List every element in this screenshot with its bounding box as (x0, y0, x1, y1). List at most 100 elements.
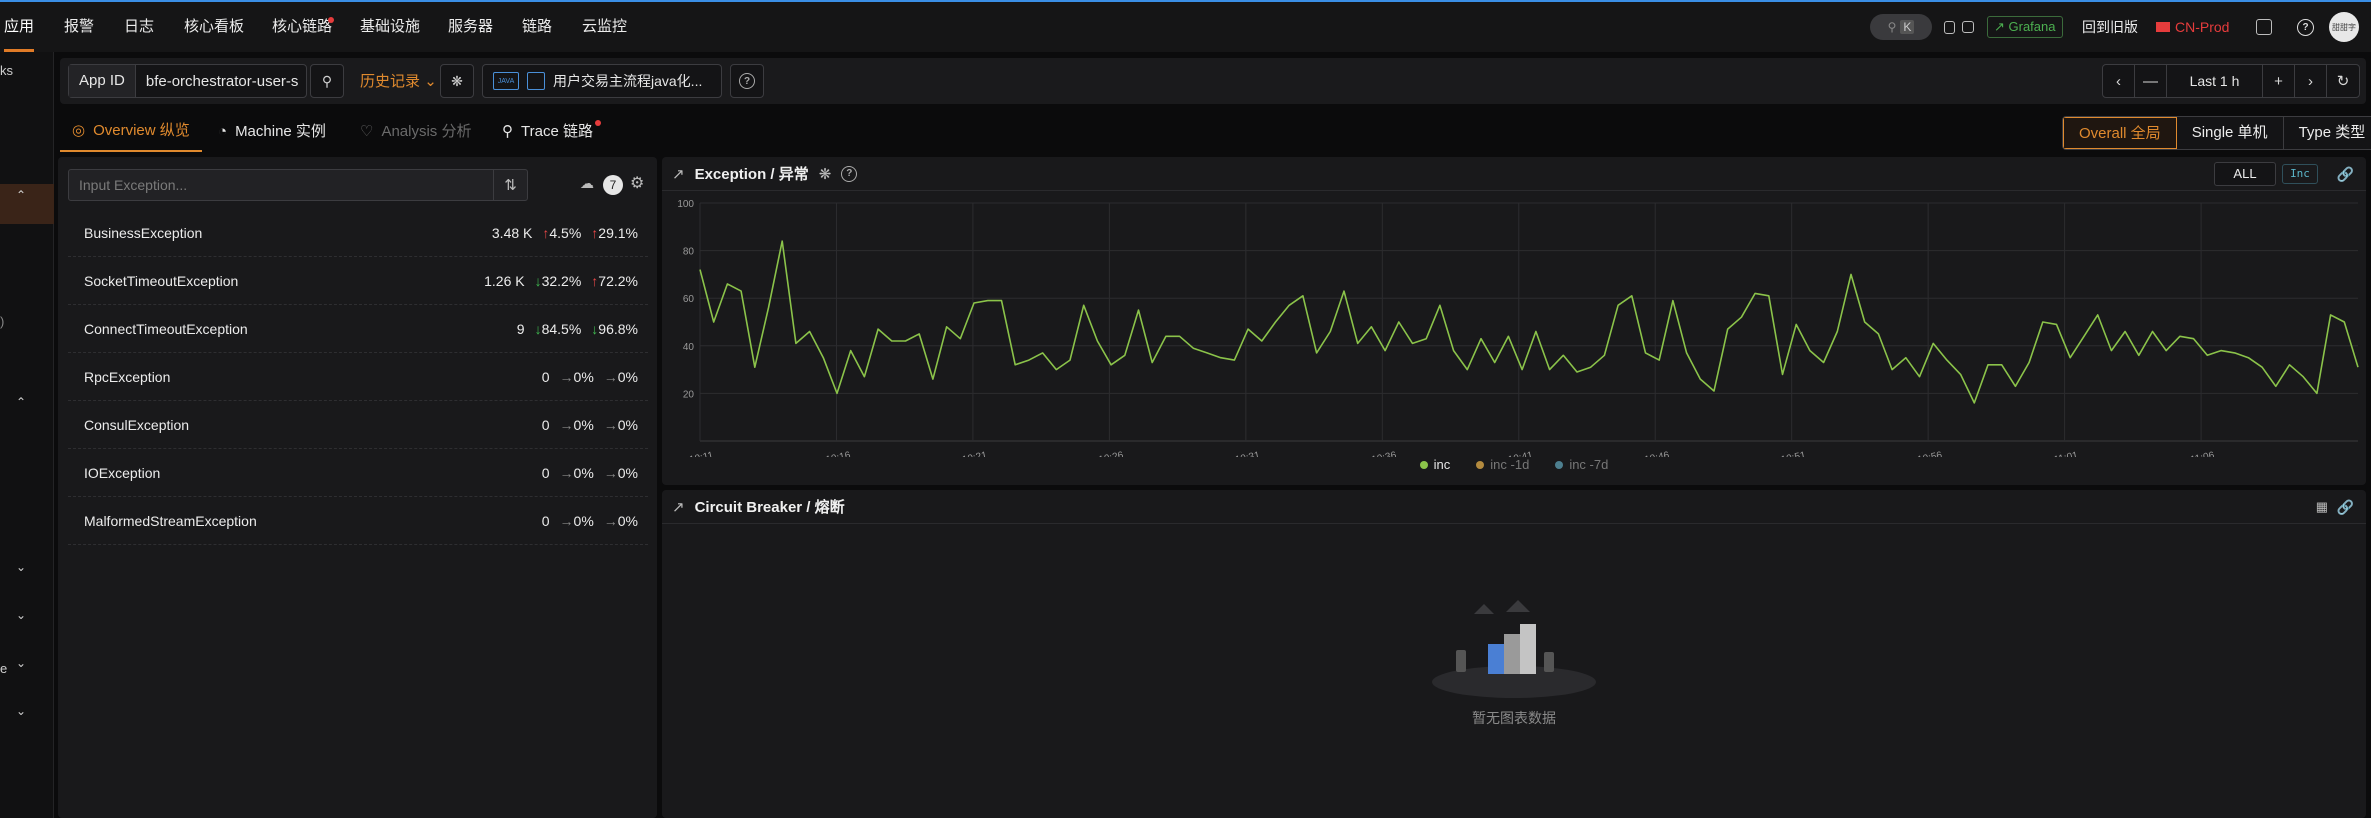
exception-row[interactable]: RpcException 0 →0% →0% (68, 353, 648, 401)
empty-state-text: 暂无图表数据 (1472, 710, 1556, 726)
y-tick-label: 100 (677, 199, 694, 210)
zoom-out-button[interactable]: — (2135, 65, 2167, 97)
help-button[interactable]: ? (730, 64, 764, 98)
day-change: →0% (560, 417, 594, 433)
user-avatar[interactable]: 甜甜字 (2329, 2, 2359, 52)
tab-analysis[interactable]: ♡ Analysis 分析 (360, 112, 471, 152)
day-change-value: 0% (573, 512, 594, 529)
profile-icon[interactable] (2256, 2, 2272, 52)
x-tick-label: 10:46 (1644, 450, 1671, 457)
time-prev-button[interactable]: ‹ (2103, 65, 2135, 97)
chevron-down-icon[interactable]: ⌄ (16, 704, 28, 718)
inc-toggle[interactable]: Inc (2282, 164, 2318, 184)
x-tick-label: 10:31 (1234, 450, 1261, 457)
tab-machine[interactable]: ◔ Machine 实例 (218, 112, 326, 152)
flag-icon (2156, 22, 2170, 32)
cloud-upload-icon[interactable]: ☁ (580, 175, 594, 192)
exception-row[interactable]: ConsulException 0 →0% →0% (68, 401, 648, 449)
sort-button[interactable]: ⇅ (493, 170, 527, 200)
exception-name: BusinessException (84, 224, 203, 241)
search-icon: ⚲ (321, 72, 333, 89)
x-tick-label: 10:21 (961, 450, 988, 457)
time-next-button[interactable]: › (2295, 65, 2327, 97)
appid-selector[interactable]: App ID bfe-orchestrator-user-s (68, 64, 307, 98)
nav-item[interactable]: 核心看板 (184, 2, 244, 52)
exception-name: SocketTimeoutException (84, 272, 239, 289)
time-range-label[interactable]: Last 1 h (2167, 65, 2263, 97)
legend-item-inc[interactable]: inc (1419, 457, 1450, 472)
bug-icon: ❋ (451, 72, 463, 89)
help-icon[interactable]: ? (2297, 2, 2314, 52)
grafana-link[interactable]: ↗ Grafana (1987, 2, 2063, 52)
legend-dot (1555, 460, 1564, 469)
flow-selector[interactable]: JAVA 用户交易主流程java化... (482, 64, 722, 98)
zoom-in-button[interactable]: + (2263, 65, 2295, 97)
scope-type[interactable]: Type 类型 (2283, 117, 2371, 149)
chevron-up-icon[interactable]: ⌃ (16, 188, 28, 202)
search-shortcut[interactable]: ⚲ K (1870, 14, 1932, 40)
exception-search-input[interactable] (69, 170, 493, 200)
nav-item[interactable]: 基础设施 (360, 2, 420, 52)
exception-line-chart: 20 40 60 80 100 10:11 10:16 10:21 10:26 10:31 10:3… (677, 199, 2359, 457)
series-line-inc (699, 240, 2359, 404)
nav-item[interactable]: 应用 (4, 2, 35, 52)
tab-label: Machine 实例 (235, 123, 326, 140)
x-tick-label: 10:16 (825, 450, 852, 457)
legend-item-inc-1d[interactable]: inc -1d (1476, 457, 1529, 472)
chevron-down-icon[interactable]: ⌄ (16, 560, 28, 574)
chevron-up-icon[interactable]: ⌃ (16, 395, 28, 409)
exception-stats: 0 →0% →0% (542, 513, 638, 529)
week-change-value: 96.8% (598, 320, 638, 337)
exception-name: RpcException (84, 368, 171, 385)
exception-row[interactable]: BusinessException 3.48 K ↑4.5% ↑29.1% (68, 209, 648, 257)
link-icon[interactable]: 🔗 (2337, 499, 2354, 516)
bug-filter-button[interactable]: ❋ (440, 64, 474, 98)
x-tick-label: 11:06 (2189, 450, 2215, 457)
help-icon[interactable]: ? (841, 165, 858, 182)
link-icon[interactable]: 🔗 (2337, 166, 2354, 183)
history-dropdown[interactable]: 历史记录 ⌄ (360, 70, 437, 91)
search-button[interactable]: ⚲ (310, 64, 344, 98)
exception-row[interactable]: IOException 0 →0% →0% (68, 449, 648, 497)
nav-item[interactable]: 云监控 (582, 2, 627, 52)
tab-overview[interactable]: ◎ Overview 纵览 (60, 112, 202, 152)
chevron-down-icon[interactable]: ⌄ (16, 656, 28, 670)
week-change-value: 0% (617, 512, 638, 529)
exception-list-panel: ⇅ ☁ 7 ⚙ BusinessException 3.48 K ↑4.5% ↑29.… (58, 157, 657, 818)
help-icon: ? (739, 73, 755, 89)
flow-icon (527, 72, 545, 90)
scope-overall[interactable]: Overall 全局 (2063, 117, 2177, 149)
back-old-version-link[interactable]: 回到旧版 (2082, 2, 2138, 52)
nav-item[interactable]: 核心链路 (272, 2, 332, 52)
day-change-value: 0% (573, 416, 594, 433)
legend-item-inc-7d[interactable]: inc -7d (1555, 457, 1608, 472)
nav-item[interactable]: 日志 (124, 2, 154, 52)
env-selector[interactable]: CN-Prod (2156, 2, 2229, 52)
bell-icon[interactable] (1944, 2, 1955, 52)
grid-icon[interactable] (1962, 2, 1974, 52)
refresh-button[interactable]: ↻ (2327, 65, 2359, 97)
legend-dot (1419, 460, 1428, 469)
nav-item[interactable]: 链路 (522, 2, 552, 52)
chevron-down-icon[interactable]: ⌄ (16, 608, 28, 622)
nav-item[interactable]: 报警 (64, 2, 94, 52)
exception-count: 0 (541, 416, 550, 433)
tab-trace[interactable]: ⚲ Trace 链路 (502, 112, 601, 152)
exception-row[interactable]: MalformedStreamException 0 →0% →0% (68, 497, 648, 545)
exception-stats: 9 ↓84.5% ↓96.8% (517, 321, 638, 337)
all-filter-button[interactable]: ALL (2214, 162, 2276, 186)
time-range-control: ‹ — Last 1 h + › ↻ (2102, 64, 2360, 98)
bar-chart-icon[interactable]: ▦ (2316, 499, 2328, 515)
scope-single[interactable]: Single 单机 (2176, 117, 2284, 149)
flat-arrow-icon: → (603, 368, 618, 385)
gear-icon[interactable]: ⚙ (630, 173, 644, 193)
java-icon: JAVA (493, 72, 519, 90)
exception-row[interactable]: SocketTimeoutException 1.26 K ↓32.2% ↑72.2% (68, 257, 648, 305)
nav-item[interactable]: 服务器 (448, 2, 493, 52)
y-tick-label: 20 (683, 389, 695, 400)
sidebar-edge-mark: ) (0, 314, 5, 329)
appid-value[interactable]: bfe-orchestrator-user-s (136, 73, 306, 90)
exception-row[interactable]: ConnectTimeoutException 9 ↓84.5% ↓96.8% (68, 305, 648, 353)
flat-arrow-icon: → (603, 512, 618, 529)
bug-icon[interactable]: ❋ (819, 165, 832, 183)
